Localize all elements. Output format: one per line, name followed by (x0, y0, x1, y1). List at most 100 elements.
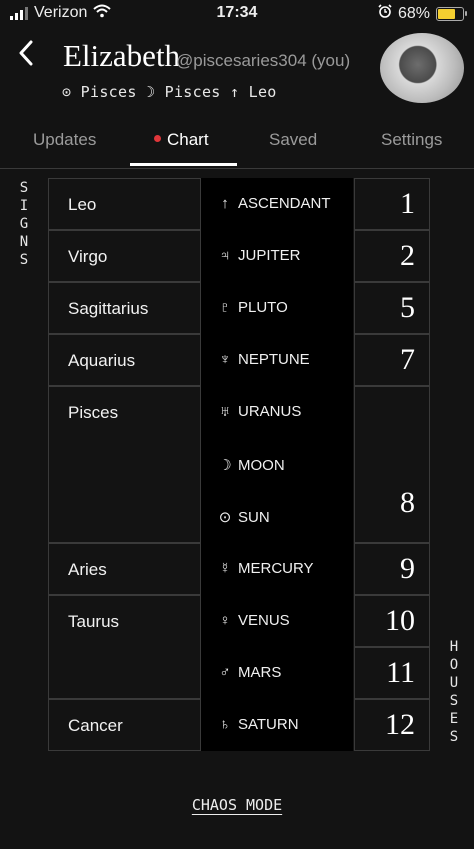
status-right: 68% (378, 4, 467, 23)
planet-label: NEPTUNE (238, 351, 310, 368)
house-number: 11 (386, 656, 415, 689)
sign-cell[interactable]: Taurus (48, 595, 201, 699)
planet-label: URANUS (238, 403, 302, 420)
sign-label: Sagittarius (68, 299, 149, 318)
neptune-icon: ♆ (219, 351, 231, 368)
side-label-letter: S (449, 729, 459, 745)
sign-label: Aries (68, 560, 107, 579)
back-button[interactable] (18, 40, 48, 74)
planet-label: VENUS (238, 612, 290, 629)
house-cell[interactable]: 11 (354, 647, 430, 699)
side-label-letter: S (19, 180, 29, 196)
side-label-letter: G (19, 216, 29, 232)
profile-handle: @piscesaries304 (you) (176, 51, 351, 70)
chevron-left-icon (19, 40, 33, 66)
sign-label: Leo (68, 195, 97, 214)
planet-label: SATURN (238, 716, 299, 733)
saturn-icon: ♄ (219, 716, 231, 733)
house-cell[interactable]: 1 (354, 178, 430, 230)
tab-saved[interactable]: Saved (269, 130, 317, 150)
tab-chart[interactable]: Chart (154, 130, 209, 150)
tab-updates[interactable]: Updates (33, 130, 96, 150)
mercury-icon: ☿ (219, 560, 231, 577)
sign-cell[interactable]: Leo (48, 178, 201, 230)
sign-label: Cancer (68, 716, 123, 735)
tab-bar: Updates Chart Saved Settings (0, 118, 474, 166)
moon-icon: ☽ (218, 457, 232, 474)
profile-name: Elizabeth (63, 38, 181, 73)
signs-side-label: SIGNS (17, 179, 31, 269)
alarm-icon (378, 4, 392, 23)
house-cell[interactable]: 12 (354, 699, 430, 751)
house-cell[interactable]: 10 (354, 595, 430, 647)
sign-label: Virgo (68, 247, 108, 266)
big-three-signs: ⊙ Pisces ☽ Pisces ↑ Leo (62, 83, 277, 101)
planet-ascendant[interactable]: ↑ ASCENDANT (218, 195, 331, 212)
avatar[interactable] (380, 33, 464, 103)
side-label-letter: N (19, 234, 29, 250)
sign-label: Taurus (68, 612, 120, 631)
planet-venus[interactable]: ♀ VENUS (218, 612, 290, 629)
planet-saturn[interactable]: ♄ SATURN (218, 716, 299, 733)
house-number: 1 (400, 187, 415, 220)
venus-icon: ♀ (219, 612, 231, 629)
side-label-letter: H (449, 639, 459, 655)
divider (0, 168, 474, 169)
side-label-letter: O (449, 657, 459, 673)
houses-side-label: HOUSES (447, 638, 461, 746)
sign-cell[interactable]: Cancer (48, 699, 201, 751)
sign-cell[interactable]: Pisces (48, 386, 201, 543)
battery-icon (436, 6, 467, 21)
planet-label: MOON (238, 456, 285, 474)
tab-settings[interactable]: Settings (381, 130, 442, 150)
chaos-mode-link[interactable]: CHAOS MODE (0, 796, 474, 814)
planet-label: SUN (238, 508, 270, 526)
planet-label: JUPITER (238, 247, 301, 264)
side-label-letter: U (449, 675, 459, 691)
house-number: 2 (400, 239, 415, 272)
house-number: 8 (400, 486, 415, 519)
side-label-letter: I (19, 198, 29, 214)
status-bar: Verizon 17:34 68% (0, 0, 474, 28)
planet-label: MARS (238, 664, 282, 681)
battery-percent: 68% (397, 4, 430, 22)
sign-label: Pisces (68, 403, 119, 422)
sign-label: Aquarius (68, 351, 136, 370)
side-label-letter: S (449, 693, 459, 709)
ascendant-icon: ↑ (221, 195, 229, 212)
house-cell[interactable]: 8 (354, 386, 430, 543)
active-tab-indicator (130, 163, 237, 166)
sun-icon: ⊙ (218, 509, 232, 526)
planet-jupiter[interactable]: ♃ JUPITER (218, 247, 301, 264)
uranus-icon: ♅ (219, 403, 231, 420)
sign-cell[interactable]: Aquarius (48, 334, 201, 386)
planet-sun[interactable]: ⊙ SUN (218, 508, 270, 527)
house-cell[interactable]: 9 (354, 543, 430, 595)
planet-neptune[interactable]: ♆ NEPTUNE (218, 351, 310, 368)
planet-label: MERCURY (238, 560, 314, 577)
house-cell[interactable]: 2 (354, 230, 430, 282)
side-label-letter: S (19, 252, 29, 268)
planet-uranus[interactable]: ♅ URANUS (218, 403, 301, 420)
sign-cell[interactable]: Sagittarius (48, 282, 201, 334)
house-cell[interactable]: 5 (354, 282, 430, 334)
house-number: 5 (400, 291, 415, 324)
house-cell[interactable]: 7 (354, 334, 430, 386)
planet-pluto[interactable]: ♇ PLUTO (218, 299, 288, 316)
sign-cell[interactable]: Virgo (48, 230, 201, 282)
house-number: 9 (400, 552, 415, 585)
planet-mercury[interactable]: ☿ MERCURY (218, 560, 314, 577)
planet-label: PLUTO (238, 299, 288, 316)
house-number: 10 (385, 604, 415, 637)
jupiter-icon: ♃ (219, 247, 231, 264)
planet-label: ASCENDANT (238, 195, 331, 212)
planet-mars[interactable]: ♂ MARS (218, 664, 281, 681)
house-number: 12 (385, 708, 415, 741)
house-number: 7 (400, 343, 415, 376)
planet-moon[interactable]: ☽ MOON (218, 456, 285, 475)
sign-cell[interactable]: Aries (48, 543, 201, 595)
mars-icon: ♂ (219, 664, 231, 681)
active-dot-icon (154, 135, 161, 143)
tab-chart-label: Chart (167, 130, 209, 149)
pluto-icon: ♇ (219, 299, 231, 316)
